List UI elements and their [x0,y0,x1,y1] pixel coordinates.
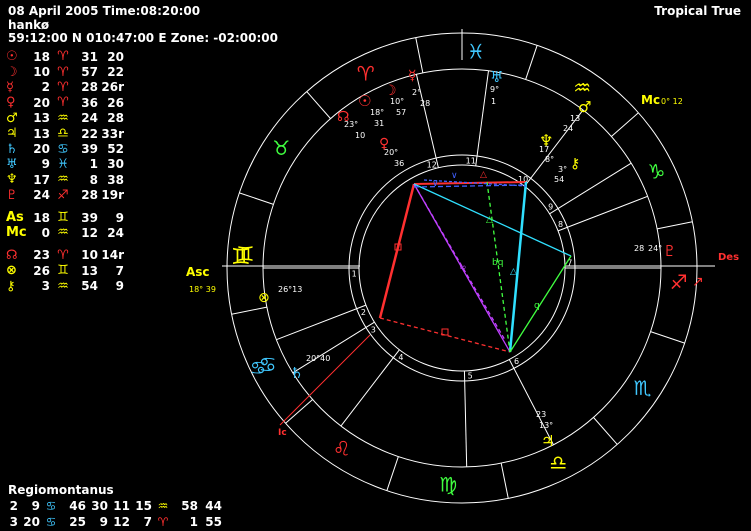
pisces-icon: ♓ [467,39,485,63]
saturn-degree: 20°40 [306,354,330,363]
neptune-degree-1: 17 [539,145,549,154]
house-number: 3 [371,326,376,335]
aries-icon: ♈ [357,62,375,86]
jupiter-chart-icon: ♃ [541,432,554,450]
jupiter-degree-1: 23 [536,410,546,419]
descendant-arrow-icon: ↗ [692,274,704,290]
part-of-fortune-degree: 26°13 [278,285,302,294]
chiron-chart-icon: ⚷ [570,156,580,172]
sagittarius-icon: ♐ [670,270,688,294]
capricorn-icon: ♑ [647,160,665,184]
moon-degree-2: 57 [396,108,406,117]
pluto-degree-2: 24° [648,244,662,253]
house-number: 1 [352,270,357,279]
sign-divider-line [231,306,267,315]
neptune-degree-2: 8° [545,155,554,164]
aquarius-icon: ♒ [573,75,591,99]
house-number: 9 [548,202,553,211]
sign-divider-line [657,221,693,230]
astrology-wheel: ♈♉♊♋♌♍♎♏♐♑♒♓ 123456789101112 ∞ △ △ bq q … [186,29,739,504]
venus-degree-1: 20° [384,148,398,157]
libra-icon: ♎ [549,450,567,474]
mercury-degree-1: 2° [412,88,421,97]
house-number: 4 [398,353,403,362]
sun-degree-1: 18° [370,108,384,117]
leo-icon: ♌ [333,437,351,461]
midheaven-degree: 0° 12 [661,97,683,106]
mars-degree-2: 24 [563,124,573,133]
house-number: 2 [361,308,366,317]
house-number: 11 [466,156,476,165]
sun-degree-2: 31 [374,119,384,128]
node-degree-1: 23° [344,120,358,129]
jupiter-degree-2: 13° [539,421,553,430]
chiron-degree-2: 54 [554,175,564,184]
semisextile-aspect-marker-2: ∨ [432,179,439,189]
sign-divider-line [650,331,685,344]
sign-divider-line [593,417,618,445]
sign-divider-line [285,399,313,424]
house-cusp-line [276,304,367,341]
scorpio-icon: ♏ [634,376,652,400]
ascendant-label: Asc [186,265,210,279]
trine-aspect-marker: △ [486,215,493,225]
opposition-aspect-marker: ∞ [459,263,467,273]
venus-degree-2: 36 [394,159,404,168]
pluto-chart-icon: ♇ [663,242,676,260]
ascendant-degree: 18° 39 [189,285,216,294]
part-of-fortune-icon: ⊗ [258,290,270,306]
sextile-aspect-marker: △ [480,170,487,180]
house-cusp-line [292,321,375,374]
saturn-chart-icon: ♄ [290,364,303,382]
chiron-degree-1: 3° [558,165,567,174]
quincunx-aspect-marker: q [534,301,540,311]
semisextile-aspect-marker: ∨ [451,171,458,181]
midheaven-label: Mc [641,93,660,107]
sign-divider-line [611,112,639,137]
sign-divider-line [525,45,538,80]
house-number: 8 [558,220,563,229]
descendant-label: Des [718,252,739,263]
node-degree-2: 10 [355,131,365,140]
house-number: 12 [427,160,437,169]
moon-degree-1: 10° [390,97,404,106]
uranus-degree-1: 9° [490,85,499,94]
trine-aspect-marker-2: △ [510,267,517,277]
house-cusp-line [340,349,400,427]
sign-divider-line [500,463,509,499]
mars-degree-1: 13 [570,114,580,123]
sign-divider-line [415,37,424,73]
sign-divider-line [386,456,399,491]
mercury-degree-2: 28 [420,99,430,108]
house-cusp-line [475,70,489,166]
taurus-icon: ♉ [272,136,290,160]
house-cusp-line [557,195,648,232]
uranus-degree-2: 1 [491,97,496,106]
aspect-square-1 [378,183,416,319]
house-cusp-line [463,370,468,467]
cancer-saturn-icon: ♋ [250,358,266,379]
mercury-chart-icon: ☿ [408,68,417,84]
house-number: 5 [468,372,473,381]
pluto-degree-1: 28 [634,244,644,253]
quintile-aspect-marker: bq [492,258,503,268]
aspect-sextile-1 [509,255,572,353]
sign-divider-line [306,91,331,119]
sign-divider-line [239,192,274,205]
virgo-icon: ♍ [439,473,457,497]
house-number: 6 [514,357,519,366]
imum-coeli-label: Ic [278,428,287,438]
uranus-chart-icon: ♅ [490,68,503,86]
gemini-asc-icon: ♊ [231,245,251,270]
